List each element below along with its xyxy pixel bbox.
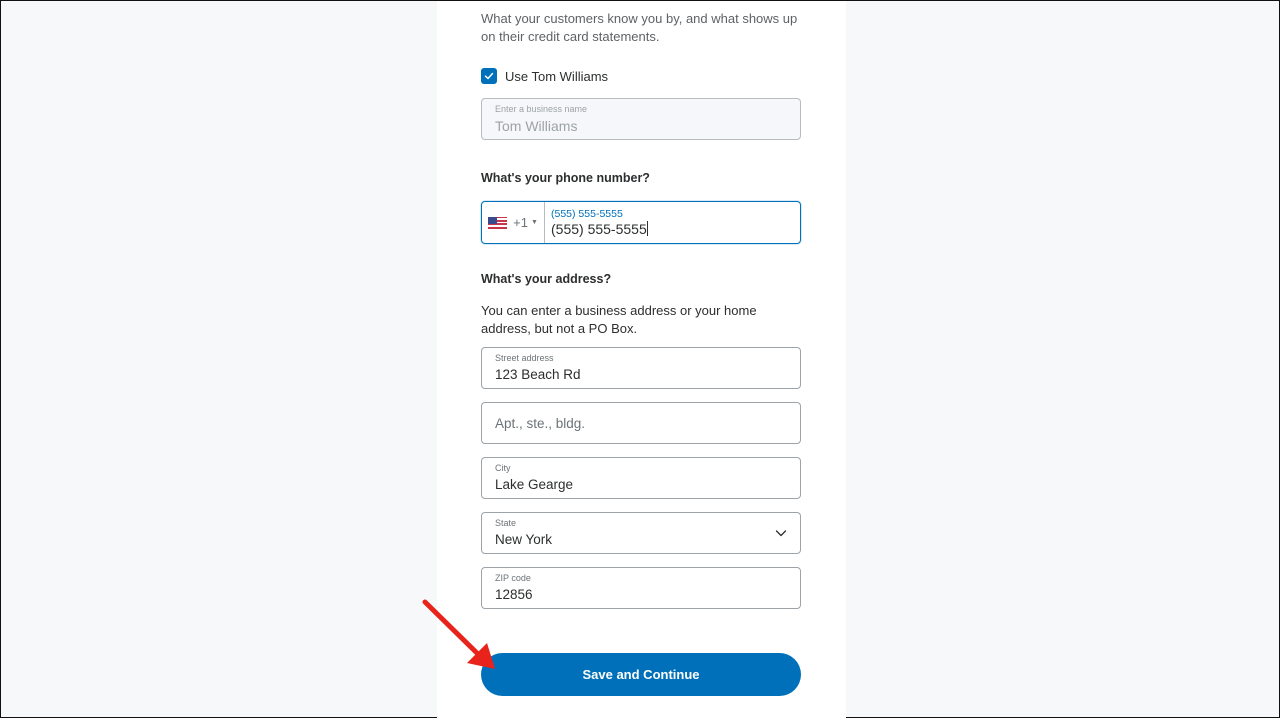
business-name-field: Enter a business name Tom Williams: [481, 98, 801, 140]
phone-number-value: (555) 555-5555: [551, 221, 648, 237]
city-value[interactable]: Lake Gearge: [495, 477, 573, 492]
zip-code-label: ZIP code: [495, 573, 531, 583]
phone-number-input[interactable]: (555) 555-5555 (555) 555-5555: [545, 202, 800, 243]
address-description: You can enter a business address or your…: [481, 303, 757, 336]
form-card: What your customers know you by, and wha…: [437, 1, 846, 718]
checkmark-icon: [484, 72, 494, 80]
use-name-checkbox[interactable]: [481, 68, 497, 84]
text-cursor: [646, 221, 648, 236]
state-label: State: [495, 518, 517, 528]
street-address-field[interactable]: Street address 123 Beach Rd: [481, 347, 801, 389]
street-address-value[interactable]: 123 Beach Rd: [495, 367, 581, 382]
phone-number-label: (555) 555-5555: [551, 208, 623, 220]
street-address-label: Street address: [495, 353, 554, 363]
apt-field[interactable]: Apt., ste., bldg.: [481, 402, 801, 444]
business-name-value: Tom Williams: [495, 118, 578, 134]
state-select[interactable]: State New York: [481, 512, 801, 554]
phone-heading: What's your phone number?: [481, 171, 650, 185]
us-flag-icon: [488, 216, 508, 229]
state-value[interactable]: New York: [495, 532, 552, 547]
use-name-checkbox-row[interactable]: Use Tom Williams: [481, 68, 608, 84]
business-name-description: What your customers know you by, and wha…: [481, 11, 798, 44]
city-label: City: [495, 463, 511, 473]
use-name-checkbox-label: Use Tom Williams: [505, 68, 609, 84]
zip-code-value[interactable]: 12856: [495, 587, 533, 602]
phone-field: +1 ▼ (555) 555-5555 (555) 555-5555: [481, 201, 801, 244]
city-field[interactable]: City Lake Gearge: [481, 457, 801, 499]
chevron-down-icon[interactable]: [775, 528, 787, 538]
country-code-selector[interactable]: +1 ▼: [482, 202, 545, 243]
save-and-continue-button[interactable]: Save and Continue: [481, 653, 801, 696]
address-heading: What's your address?: [481, 272, 612, 286]
business-name-label: Enter a business name: [495, 104, 588, 114]
zip-code-field[interactable]: ZIP code 12856: [481, 567, 801, 609]
country-code: +1: [513, 215, 528, 230]
apt-placeholder: Apt., ste., bldg.: [495, 416, 586, 431]
caret-down-icon: ▼: [530, 219, 538, 226]
